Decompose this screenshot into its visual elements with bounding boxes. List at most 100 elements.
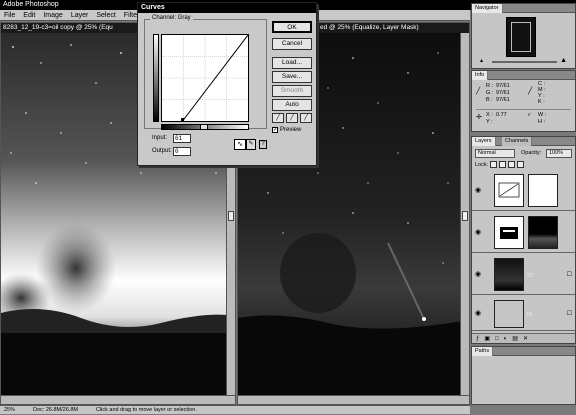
curves-graph[interactable] xyxy=(161,34,249,122)
tab-navigator[interactable]: Navigator xyxy=(472,4,503,13)
equalize-adjustment-thumbnail[interactable] xyxy=(494,216,524,249)
status-zoom[interactable]: 25% xyxy=(4,406,15,414)
scroll-thumb-right[interactable] xyxy=(462,211,468,221)
lock-transparency-icon[interactable] xyxy=(490,161,497,168)
tab-paths[interactable]: Paths xyxy=(472,347,494,356)
lock-paint-icon[interactable] xyxy=(499,161,506,168)
info-b-label: B : xyxy=(486,97,493,103)
info-rgb-values: 97/61 97/61 97/61 xyxy=(496,83,510,104)
eyedropper-icon: ╱ xyxy=(476,88,481,95)
selection-size-icon: ⌜ xyxy=(528,114,532,121)
zoom-slider[interactable] xyxy=(492,61,557,63)
opacity-label: Opacity: xyxy=(521,150,542,156)
layer-name-st[interactable]: ST xyxy=(527,273,533,279)
crosshair-icon: ✛ xyxy=(476,114,482,121)
white-eyedropper-icon[interactable]: ╱ xyxy=(300,113,312,123)
smooth-button[interactable]: Smooth xyxy=(272,85,312,97)
input-field[interactable]: 61 xyxy=(173,134,191,143)
info-rgb-labels: R : G : B : xyxy=(486,83,493,104)
menu-image[interactable]: Image xyxy=(39,10,66,20)
help-icon[interactable]: ? xyxy=(259,140,267,149)
info-g-label: G : xyxy=(486,90,494,96)
layer-thumbnail-fir[interactable] xyxy=(494,300,524,328)
opacity-field[interactable]: 100% xyxy=(546,149,572,158)
trash-icon[interactable]: ✕ xyxy=(523,335,528,342)
eye-icon[interactable]: ◉ xyxy=(475,186,481,194)
info-panel: Info ╱ R : G : B : 97/61 97/61 97/61 ╱ C… xyxy=(471,70,576,132)
tab-layers[interactable]: Layers xyxy=(472,137,496,146)
zoom-in-icon[interactable]: ▲ xyxy=(560,57,567,64)
lock-move-icon[interactable] xyxy=(508,161,515,168)
paths-panel: Paths xyxy=(471,346,576,405)
layer-mask-thumbnail[interactable] xyxy=(528,174,558,207)
lock-icon: ☐ xyxy=(566,272,572,278)
equalize-mask-thumbnail[interactable] xyxy=(528,216,558,249)
navigator-panel: Navigator ▴ ▲ xyxy=(471,3,576,69)
info-cmyk-labels: C : M : Y : K : xyxy=(538,81,546,105)
eye-icon[interactable]: ◉ xyxy=(475,228,481,236)
input-label: Input: xyxy=(152,135,168,141)
auto-button[interactable]: Auto xyxy=(272,99,312,111)
layer-set-icon[interactable]: □ xyxy=(495,336,499,342)
horizontal-scrollbar-right[interactable] xyxy=(238,395,469,404)
navigator-view-box[interactable] xyxy=(511,22,531,52)
load-button[interactable]: Load... xyxy=(272,57,312,69)
status-doc-size[interactable]: Doc: 26.8M/26.8M xyxy=(33,406,78,414)
layer-thumbnail-st[interactable] xyxy=(494,258,524,291)
menu-layer[interactable]: Layer xyxy=(67,10,93,20)
status-hint: Click and drag to move layer or selectio… xyxy=(95,407,197,413)
info-r-value: 97/61 xyxy=(496,83,510,89)
status-bar: 25% Doc: 26.8M/26.8M Click and drag to m… xyxy=(0,405,470,414)
channel-label[interactable]: Channel: Gray xyxy=(150,15,193,21)
gradient-toggle-icon[interactable] xyxy=(200,124,208,130)
info-xy-labels: X : Y : xyxy=(486,112,493,126)
layer-name-fir[interactable]: Fir xyxy=(527,312,533,318)
navigator-thumbnail[interactable] xyxy=(506,17,536,57)
pencil-tool-icon[interactable]: ✎ xyxy=(246,139,256,150)
layer-row-st[interactable]: ◉ ST ☐ xyxy=(472,255,575,295)
info-divider xyxy=(476,109,571,110)
eye-icon[interactable]: ◉ xyxy=(475,270,481,278)
ok-button[interactable]: OK xyxy=(272,21,312,33)
info-xy-values: 0.77 xyxy=(496,112,507,119)
info-y-coord-label: Y : xyxy=(486,119,493,125)
info-g-value: 97/61 xyxy=(496,90,510,96)
curve-tool-icon[interactable]: ∿ xyxy=(234,139,246,150)
layers-footer: ƒ ▣ □ ◐ ▤ ✕ xyxy=(472,333,575,343)
eye-icon[interactable]: ◉ xyxy=(475,309,481,317)
zoom-out-icon[interactable]: ▴ xyxy=(480,57,483,64)
tab-channels[interactable]: Channels xyxy=(502,137,533,146)
tab-info[interactable]: Info xyxy=(472,71,489,80)
curves-dialog[interactable]: Curves Channel: Gray OK Cancel Load... S… xyxy=(137,2,317,166)
gray-eyedropper-icon[interactable]: ╱ xyxy=(286,113,298,123)
new-layer-icon[interactable]: ▤ xyxy=(512,335,518,342)
preview-row: ✓ Preview xyxy=(272,127,301,133)
scroll-thumb-left[interactable] xyxy=(228,211,234,221)
cmyk-eyedropper-icon: ╱ xyxy=(528,88,533,95)
layer-row-equalize[interactable]: ◉ xyxy=(472,213,575,253)
save-button[interactable]: Save... xyxy=(272,71,312,83)
adjustment-layer-icon[interactable]: ◐ xyxy=(504,336,508,342)
lock-label: Lock: xyxy=(475,162,489,168)
menu-edit[interactable]: Edit xyxy=(19,10,39,20)
layer-row-fir[interactable]: ◉ Fir ☐ xyxy=(472,297,575,331)
menu-file[interactable]: File xyxy=(0,10,19,20)
curve-control-point[interactable] xyxy=(181,118,185,121)
output-field[interactable]: 0 xyxy=(173,147,191,156)
menu-select[interactable]: Select xyxy=(92,10,119,20)
preview-checkbox[interactable]: ✓ xyxy=(272,127,278,133)
cancel-button[interactable]: Cancel xyxy=(272,38,312,50)
vertical-gradient-bar xyxy=(153,34,159,122)
layer-style-icon[interactable]: ƒ xyxy=(476,336,479,342)
layer-row-curves-adjustment[interactable]: ◉ xyxy=(472,171,575,211)
curves-dialog-title[interactable]: Curves xyxy=(138,3,316,13)
blend-mode-select[interactable]: Normal xyxy=(475,149,515,158)
curves-adjustment-thumbnail[interactable] xyxy=(494,174,524,207)
vertical-scrollbar-right[interactable] xyxy=(460,33,469,395)
black-eyedropper-icon[interactable]: ╱ xyxy=(272,113,284,123)
horizontal-scrollbar-left[interactable] xyxy=(1,395,235,404)
info-b-value: 97/61 xyxy=(496,97,510,103)
curves-adjustment-glyph xyxy=(498,182,520,198)
layer-mask-icon[interactable]: ▣ xyxy=(484,335,490,342)
lock-all-icon[interactable] xyxy=(517,161,524,168)
